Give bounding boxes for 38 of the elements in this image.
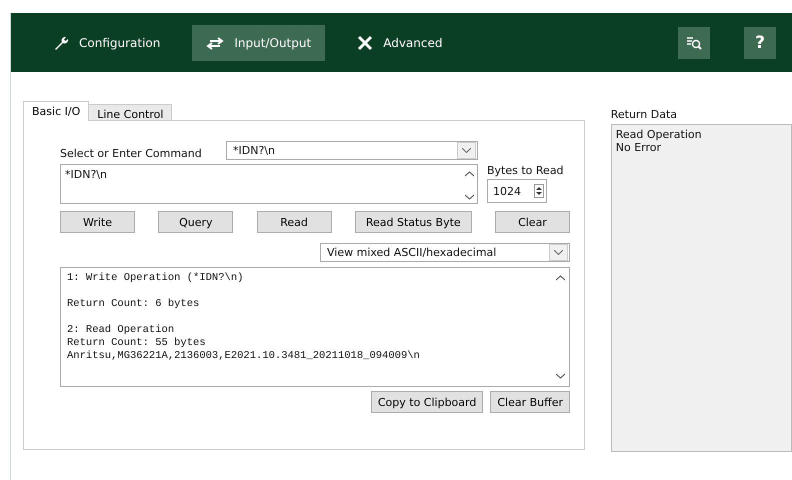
action-button[interactable]: Read Status Byte	[354, 211, 472, 233]
tab[interactable]: Basic I/O	[23, 101, 90, 121]
command-label: Select or Enter Command	[60, 147, 203, 160]
spin-arrows-icon	[534, 184, 544, 198]
bytes-label: Bytes to Read	[487, 164, 564, 177]
action-button[interactable]: Query	[158, 211, 234, 233]
chevron-down-icon	[462, 148, 471, 153]
view-mode-dropdown[interactable]: View mixed ASCII/hexadecimal	[320, 243, 570, 262]
help-button[interactable]: ?	[744, 26, 776, 58]
log-button[interactable]: Clear Buffer	[490, 391, 570, 413]
search-icon	[686, 34, 702, 50]
search-button[interactable]	[678, 26, 710, 58]
action-button[interactable]: Read	[256, 211, 332, 233]
swap-arrows-icon	[206, 36, 224, 50]
return-data-label: Return Data	[610, 108, 678, 121]
action-button[interactable]: Write	[60, 211, 135, 233]
action-button[interactable]: Clear	[494, 211, 570, 233]
log-line: Anritsu,MG36221A,2136003,E2021.10.3481_20211018_094009\n	[67, 350, 420, 363]
chevron-down-icon	[554, 250, 563, 255]
command-dropdown[interactable]: *IDN?\n	[226, 141, 478, 160]
return-line: Read Operation	[616, 128, 703, 141]
command-field[interactable]: *IDN?\n	[60, 164, 478, 204]
log-button[interactable]: Copy to Clipboard	[370, 391, 484, 413]
return-line: No Error	[616, 141, 662, 154]
scroll-up-icon[interactable]	[465, 171, 474, 177]
scroll-down-icon[interactable]	[465, 194, 474, 200]
wrench-icon	[53, 34, 69, 50]
scroll-up-icon[interactable]	[556, 275, 565, 281]
log-line: 2: Read Operation	[67, 324, 175, 337]
nav-tab[interactable]: Advanced	[343, 24, 456, 60]
tab[interactable]: Line Control	[88, 104, 172, 120]
scroll-down-icon[interactable]	[556, 373, 565, 379]
bytes-spinbox[interactable]: 1024	[487, 179, 547, 203]
nav-tab[interactable]: Configuration	[39, 24, 174, 60]
nav-tab[interactable]: Input/Output	[192, 24, 326, 60]
log-line: Return Count: 55 bytes	[67, 337, 207, 350]
log-line: Return Count: 6 bytes	[67, 298, 200, 311]
log-line: 1: Write Operation (*IDN?\n)	[67, 272, 244, 285]
